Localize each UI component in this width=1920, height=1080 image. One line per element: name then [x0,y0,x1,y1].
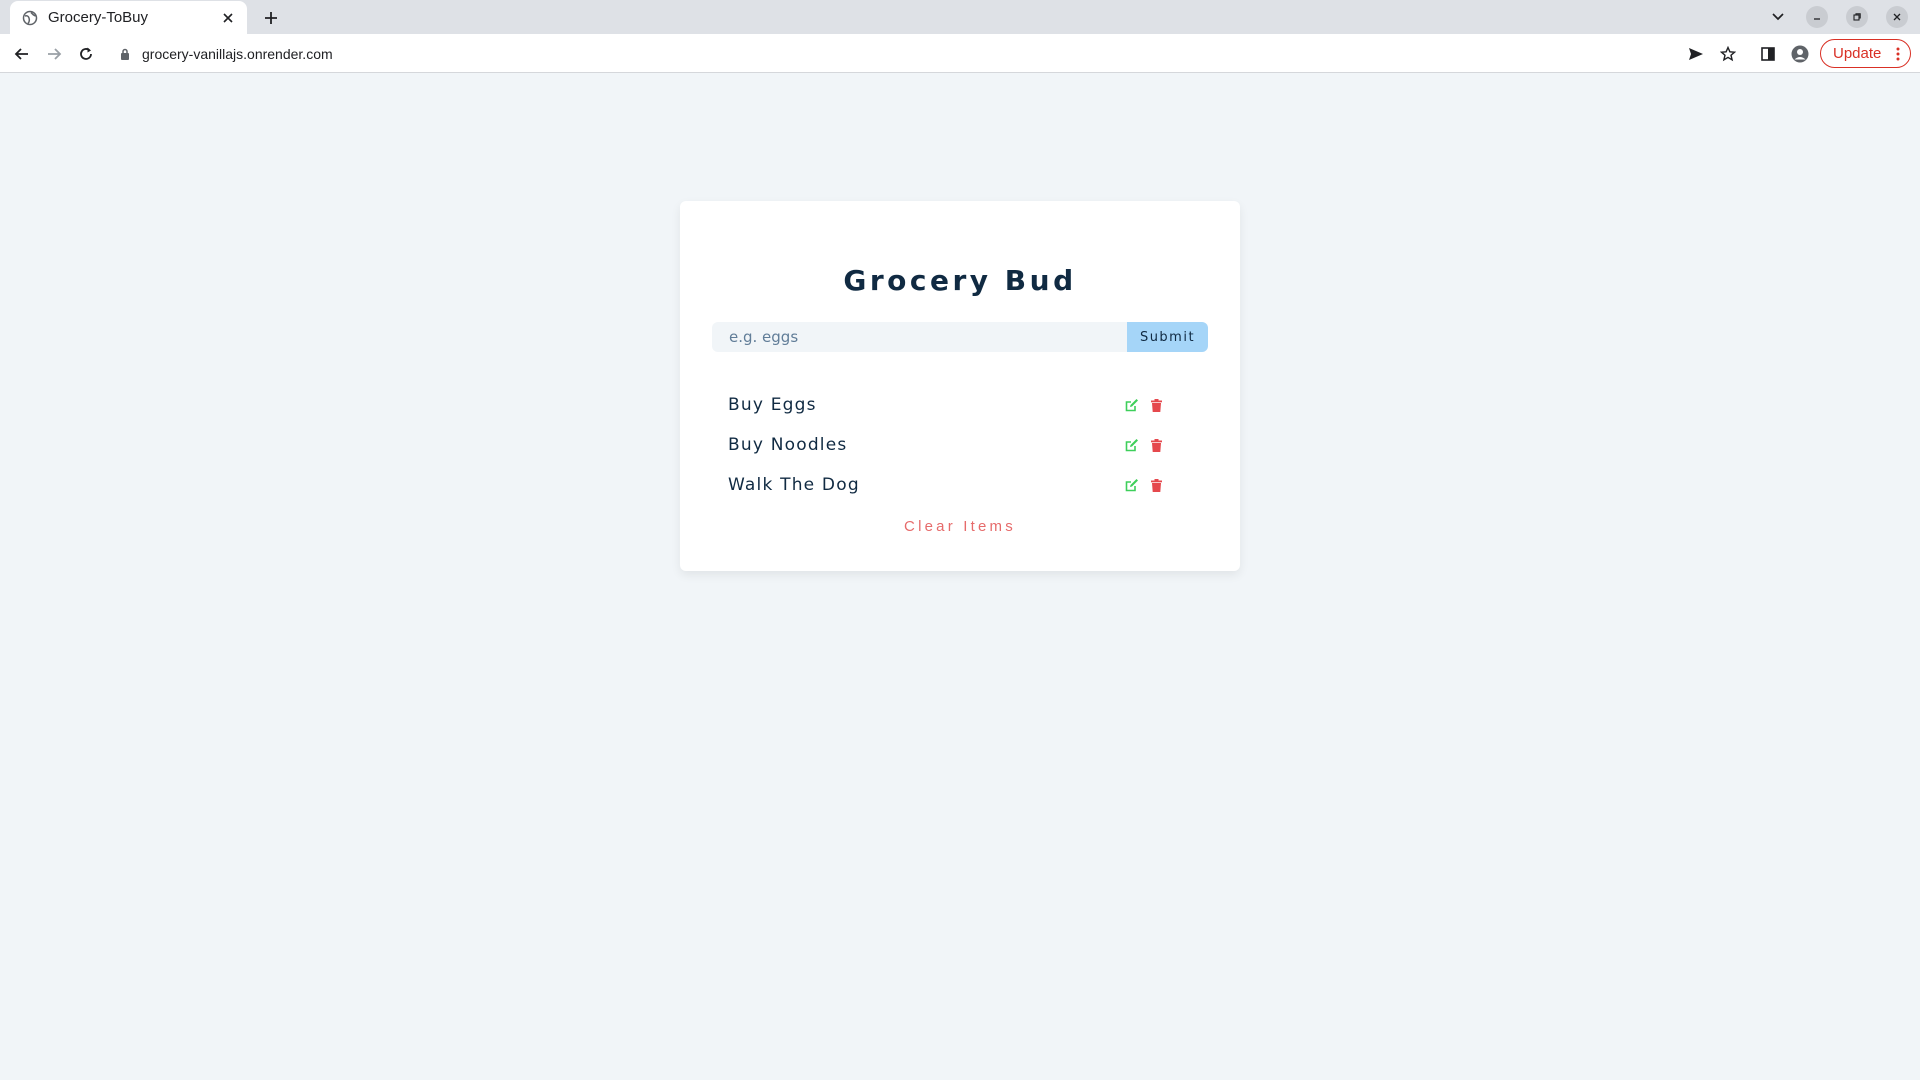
edit-icon[interactable] [1124,437,1140,453]
page-title: Grocery Bud [843,264,1077,297]
minimize-button[interactable] [1806,6,1828,28]
list-item: Walk The Dog [728,465,1192,505]
back-arrow-icon[interactable] [9,41,35,67]
new-tab-button[interactable] [259,6,283,30]
trash-icon[interactable] [1149,477,1163,493]
tab-title: Grocery-ToBuy [48,9,149,26]
lock-icon[interactable] [118,47,132,61]
tab-search-icon[interactable] [1766,5,1790,29]
browser-tab[interactable]: Grocery-ToBuy [10,1,247,34]
close-window-button[interactable] [1886,6,1908,28]
update-label: Update [1833,45,1882,62]
edit-icon[interactable] [1124,477,1140,493]
url-text: grocery-vanillajs.onrender.com [142,45,333,62]
close-tab-icon[interactable] [219,9,237,27]
reload-icon[interactable] [73,41,99,67]
grocery-card: Grocery Bud Submit Buy Eggs Buy Noodles … [680,201,1240,571]
submit-button[interactable]: Submit [1127,322,1208,352]
forward-arrow-icon[interactable] [41,41,67,67]
item-label: Buy Eggs [728,395,817,415]
bookmark-star-icon[interactable] [1716,42,1740,66]
trash-icon[interactable] [1149,397,1163,413]
clear-container: Clear Items [680,518,1240,536]
grocery-form: Submit [712,322,1208,352]
side-panel-icon[interactable] [1756,42,1780,66]
grocery-input[interactable] [712,322,1127,352]
item-label: Walk The Dog [728,475,860,495]
address-bar[interactable]: grocery-vanillajs.onrender.com [110,38,1670,69]
restore-button[interactable] [1846,6,1868,28]
grocery-list: Buy Eggs Buy Noodles Walk The Dog [728,385,1192,505]
update-button[interactable]: Update [1820,39,1911,68]
list-item: Buy Eggs [728,385,1192,425]
profile-avatar-icon[interactable] [1788,42,1812,66]
send-icon[interactable] [1684,42,1708,66]
list-item: Buy Noodles [728,425,1192,465]
clear-items-button[interactable]: Clear Items [904,518,1016,535]
more-options-icon [1896,47,1900,61]
trash-icon[interactable] [1149,437,1163,453]
edit-icon[interactable] [1124,397,1140,413]
browser-toolbar: grocery-vanillajs.onrender.com Update [0,34,1920,73]
globe-icon [22,10,38,26]
item-label: Buy Noodles [728,435,848,455]
browser-tabstrip: Grocery-ToBuy [0,0,1920,34]
